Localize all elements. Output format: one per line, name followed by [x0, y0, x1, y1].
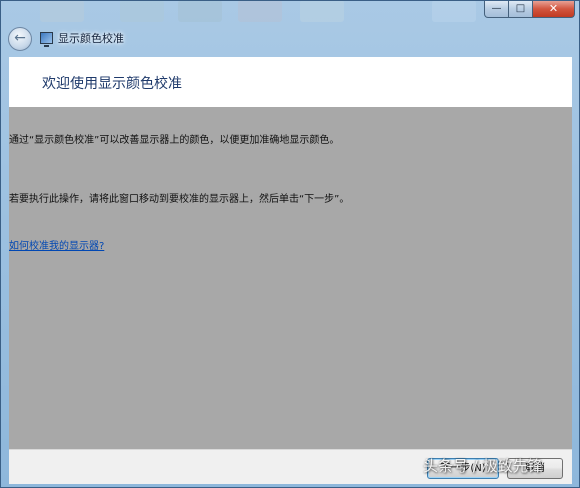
wizard-header: 欢迎使用显示颜色校准	[9, 57, 572, 107]
wizard-body: 通过“显示颜色校准”可以改善显示器上的颜色，以便更加准确地显示颜色。 若要执行此…	[9, 107, 572, 449]
page-title: 欢迎使用显示颜色校准	[42, 76, 182, 92]
back-arrow-icon[interactable]: ←	[8, 27, 32, 51]
intro-paragraph: 通过“显示颜色校准”可以改善显示器上的颜色，以便更加准确地显示颜色。	[9, 135, 340, 146]
help-link[interactable]: 如何校准我的显示器?	[9, 237, 104, 252]
window-controls: — □ ✕	[484, 1, 575, 19]
instruction-paragraph: 若要执行此操作，请将此窗口移动到要校准的显示器上，然后单击“下一步”。	[9, 194, 350, 205]
display-calibration-icon	[40, 32, 53, 47]
watermark: 头条号 / 极致先锋	[423, 457, 543, 475]
close-icon[interactable]: ✕	[533, 1, 575, 18]
color-calibration-window: — □ ✕ ← 显示颜色校准 欢迎使用显示颜色校准 通过“显示颜色校准”可以改善…	[0, 0, 580, 488]
minimize-icon[interactable]: —	[484, 1, 509, 18]
maximize-icon[interactable]: □	[509, 1, 533, 18]
window-title: 显示颜色校准	[58, 32, 124, 45]
